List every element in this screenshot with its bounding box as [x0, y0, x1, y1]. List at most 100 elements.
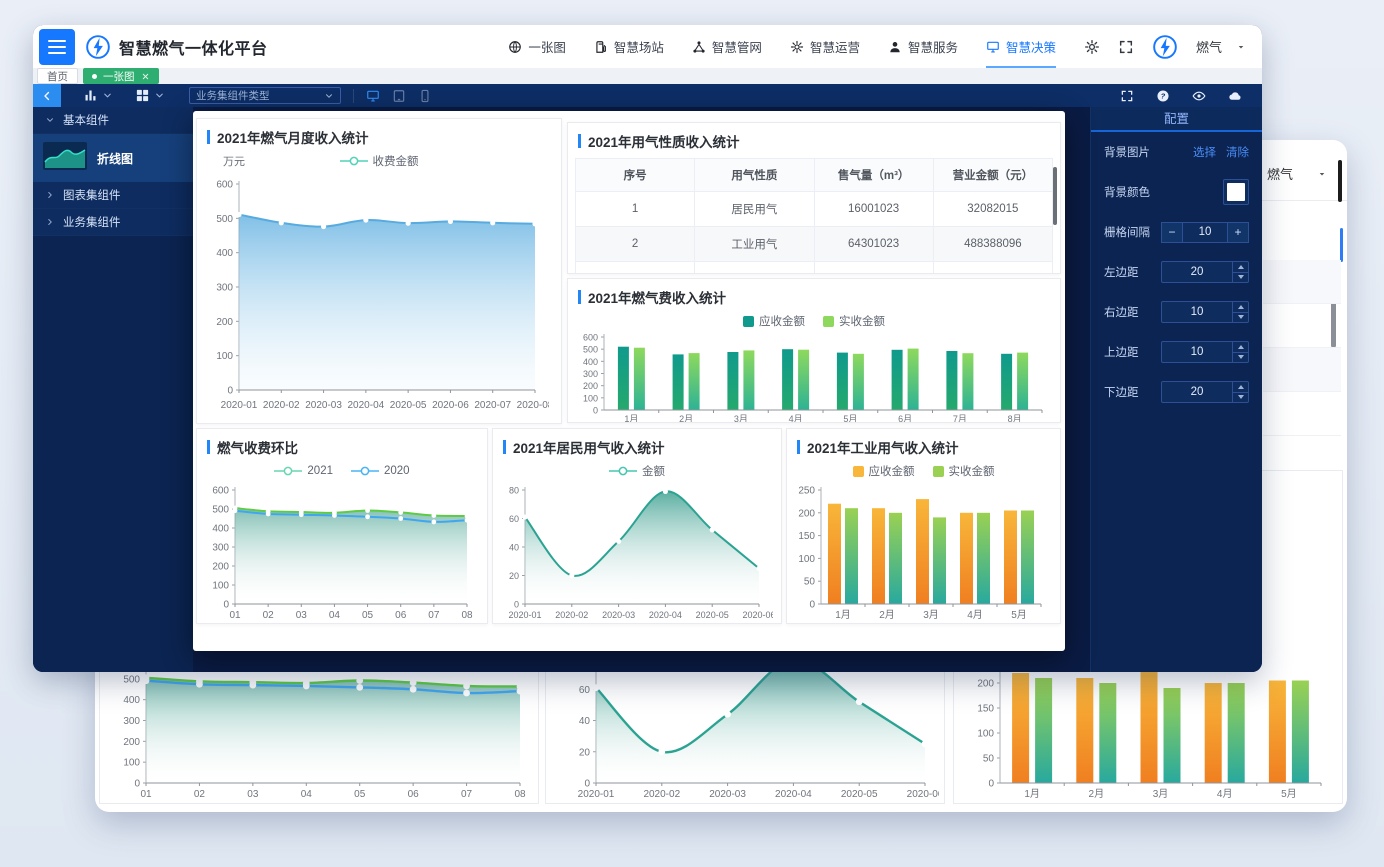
legend-item[interactable]: 收费金额: [340, 153, 419, 169]
svg-text:2020-04: 2020-04: [348, 400, 385, 411]
table-scrollbar[interactable]: [1053, 167, 1057, 225]
tab-home[interactable]: 首页: [37, 68, 78, 84]
svg-text:200: 200: [123, 737, 140, 748]
legend-label: 2021: [307, 465, 333, 477]
config-margin-top-spinner[interactable]: [1232, 342, 1248, 362]
table-cell: 大客户用气: [695, 262, 814, 275]
hamburger-menu-button[interactable]: [39, 29, 75, 65]
svg-text:0: 0: [988, 779, 994, 790]
legend-item[interactable]: 2021: [274, 465, 333, 477]
table-row[interactable]: 3大客户用气300102311082015: [576, 262, 1053, 275]
chevron-down-icon: [324, 91, 334, 101]
legend-item[interactable]: 金额: [609, 463, 665, 479]
svg-text:0: 0: [227, 386, 233, 397]
legend-item[interactable]: 2020: [351, 465, 410, 477]
close-tab-icon[interactable]: [141, 72, 150, 81]
legend-item[interactable]: 实收金额: [933, 463, 995, 479]
widget-components-menu[interactable]: [135, 88, 165, 103]
table-row[interactable]: 1居民用气1600102332082015: [576, 192, 1053, 227]
monthly-income-card: 2021年燃气月度收入统计 万元收费金额 0100200300400500600…: [196, 118, 562, 424]
config-margin-top-value[interactable]: 10: [1162, 342, 1232, 362]
legend-item[interactable]: 应收金额: [743, 313, 805, 329]
background-user-dropdown[interactable]: 燃气: [1267, 164, 1327, 183]
config-panel: 配置 背景图片选择清除背景颜色栅格间隔−10+左边距20右边距10上边距10下边…: [1090, 107, 1262, 672]
svg-text:06: 06: [408, 789, 420, 800]
nav-item-user[interactable]: 智慧服务: [888, 25, 958, 68]
config-margin-bottom-spinner[interactable]: [1232, 382, 1248, 402]
nav-item-globe[interactable]: 一张图: [508, 25, 566, 68]
svg-text:4月: 4月: [967, 609, 983, 621]
svg-text:01: 01: [140, 789, 152, 800]
legend-item[interactable]: 实收金额: [823, 313, 885, 329]
svg-text:300: 300: [583, 369, 598, 379]
svg-text:100: 100: [977, 729, 994, 740]
table-cell: 3001023: [814, 262, 933, 275]
svg-text:2020-03: 2020-03: [709, 789, 746, 800]
config-margin-right-value[interactable]: 10: [1162, 302, 1232, 322]
nav-item-gear[interactable]: 智慧运营: [790, 25, 860, 68]
sidebar-group-header[interactable]: 业务集组件: [33, 209, 193, 236]
config-bg-image-action-1[interactable]: 清除: [1226, 147, 1249, 159]
config-grid-gap-value[interactable]: 10: [1183, 222, 1227, 243]
table-cell: 16001023: [814, 192, 933, 227]
svg-text:2020-06: 2020-06: [742, 610, 773, 620]
fullscreen-icon[interactable]: [1118, 39, 1134, 55]
config-row-margin-right: 右边距10: [1091, 292, 1262, 332]
preview-eye-icon[interactable]: [1192, 89, 1206, 103]
tablet-preview-icon[interactable]: [392, 89, 406, 103]
config-grid-gap-decrease-button[interactable]: −: [1161, 222, 1183, 243]
svg-text:08: 08: [514, 789, 526, 800]
svg-text:300: 300: [216, 283, 233, 294]
sidebar-item-line-chart[interactable]: 折线图: [33, 134, 193, 182]
industry-income-chart-replica: 0501001502002501月2月3月4月5月: [960, 650, 1335, 808]
scroll-accent: [1340, 228, 1343, 262]
monitor-icon: [986, 40, 1000, 54]
svg-text:07: 07: [428, 610, 440, 621]
svg-text:1月: 1月: [835, 609, 851, 621]
svg-text:7月: 7月: [953, 414, 967, 423]
svg-text:5月: 5月: [1281, 788, 1297, 800]
svg-text:3月: 3月: [734, 414, 748, 423]
desktop-preview-icon[interactable]: [366, 89, 380, 103]
svg-text:400: 400: [583, 357, 598, 367]
chart-components-menu[interactable]: [83, 88, 113, 103]
config-margin-right-spinner[interactable]: [1232, 302, 1248, 322]
user-avatar[interactable]: [1152, 34, 1178, 60]
legend-item[interactable]: 应收金额: [853, 463, 915, 479]
config-margin-left-value[interactable]: 20: [1162, 262, 1232, 282]
svg-text:2020-01: 2020-01: [508, 610, 541, 620]
config-bg-image-action-0[interactable]: 选择: [1193, 147, 1216, 159]
table-row[interactable]: 2工业用气64301023488388096: [576, 227, 1053, 262]
phone-preview-icon[interactable]: [418, 89, 432, 103]
nav-item-network[interactable]: 智慧管网: [692, 25, 762, 68]
svg-text:2020-03: 2020-03: [602, 610, 635, 620]
nav-item-station[interactable]: 智慧场站: [594, 25, 664, 68]
config-bg-color-swatch[interactable]: [1223, 179, 1249, 205]
config-margin-bottom-value[interactable]: 20: [1162, 382, 1232, 402]
user-menu[interactable]: 燃气: [1196, 37, 1246, 56]
sidebar-group-header[interactable]: 基本组件: [33, 107, 193, 134]
component-type-select[interactable]: 业务集组件类型: [189, 87, 341, 104]
nav-item-monitor[interactable]: 智慧决策: [986, 25, 1056, 68]
config-margin-left-spinner[interactable]: [1232, 262, 1248, 282]
collapse-sidebar-button[interactable]: [33, 84, 61, 107]
legend-swatch: [933, 466, 944, 477]
svg-text:2020-06: 2020-06: [907, 789, 939, 800]
config-grid-gap-increase-button[interactable]: +: [1227, 222, 1249, 243]
svg-text:100: 100: [123, 758, 140, 769]
fullscreen-icon[interactable]: [1120, 89, 1134, 103]
config-label: 左边距: [1104, 264, 1139, 280]
svg-text:1月: 1月: [624, 414, 638, 423]
svg-text:50: 50: [983, 754, 995, 765]
help-icon[interactable]: ?: [1156, 89, 1170, 103]
fee-income-card: 2021年燃气费收入统计 应收金额实收金额 010020030040050060…: [567, 278, 1061, 423]
svg-text:600: 600: [216, 180, 233, 191]
svg-text:20: 20: [509, 571, 519, 581]
sidebar-group-header[interactable]: 图表集组件: [33, 182, 193, 209]
settings-gear-icon[interactable]: [1084, 39, 1100, 55]
tab-one-map[interactable]: 一张图: [83, 68, 159, 84]
dashboard-canvas: 2021年燃气月度收入统计 万元收费金额 0100200300400500600…: [193, 107, 1090, 672]
nav-item-label: 智慧服务: [908, 37, 958, 56]
scrollbar[interactable]: [1338, 160, 1342, 202]
publish-cloud-icon[interactable]: [1228, 89, 1242, 103]
